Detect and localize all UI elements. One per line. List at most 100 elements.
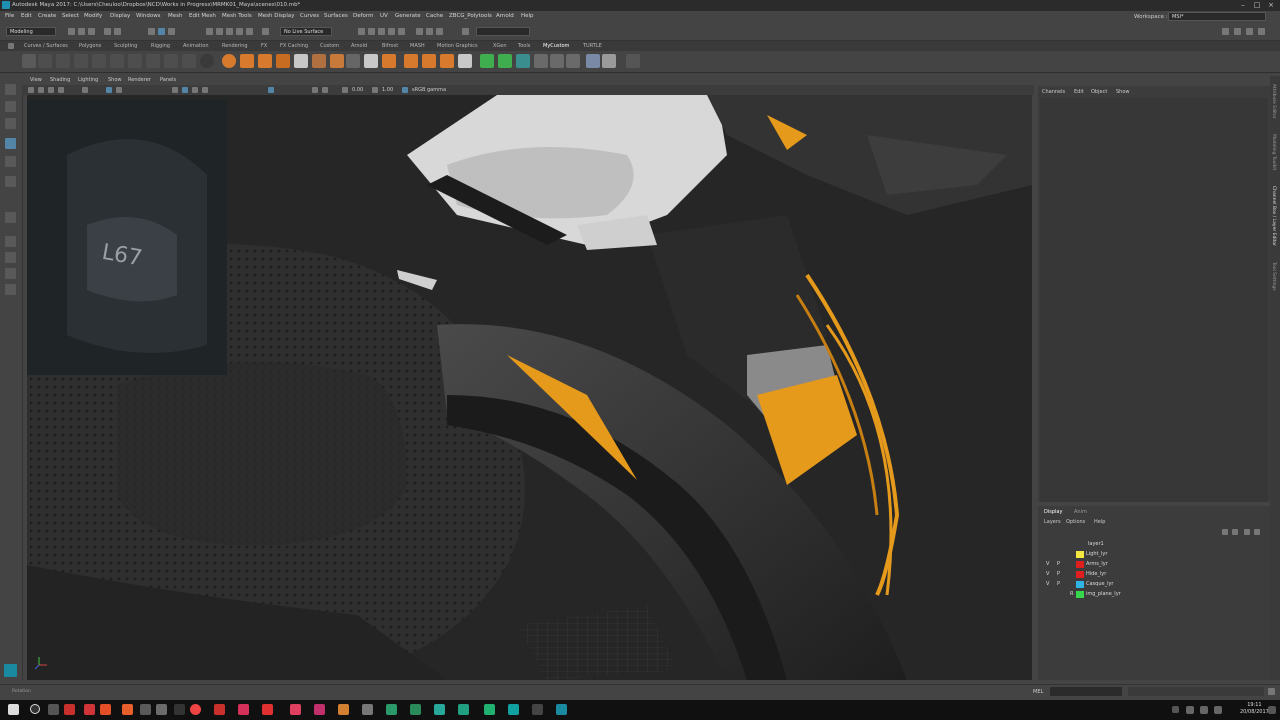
shelf-tab-tools[interactable]: Tools xyxy=(518,43,530,49)
arnold-render-icon[interactable] xyxy=(416,28,423,35)
shelf-tab-arnold[interactable]: Arnold xyxy=(351,43,367,49)
shelf-settings-icon[interactable] xyxy=(22,54,36,68)
camera-icon[interactable] xyxy=(28,87,34,93)
toggle-attribute-editor-icon[interactable] xyxy=(1234,28,1241,35)
snap-view-icon[interactable] xyxy=(236,28,243,35)
menu-mesh-display[interactable]: Mesh Display xyxy=(258,13,295,19)
layer-name[interactable]: Hide_lyr xyxy=(1086,571,1106,577)
layer-box-icon[interactable] xyxy=(586,54,600,68)
layer-name[interactable]: layer1 xyxy=(1088,541,1104,547)
channel-menu-object[interactable]: Object xyxy=(1091,89,1107,95)
render-view-icon[interactable] xyxy=(358,28,365,35)
system-clock[interactable]: 19:11 20/08/2017 xyxy=(1240,702,1269,716)
resolution-gate-icon[interactable] xyxy=(116,87,122,93)
panel-menu-panels[interactable]: Panels xyxy=(160,77,176,83)
insert-edge-loop-icon[interactable] xyxy=(458,54,472,68)
menu-create[interactable]: Create xyxy=(38,13,56,19)
menu-arnold[interactable]: Arnold xyxy=(496,13,514,19)
minimize-icon[interactable]: – xyxy=(1239,1,1247,9)
layer-tab-anim[interactable]: Anim xyxy=(1074,509,1087,515)
camera-attributes-icon[interactable] xyxy=(38,87,44,93)
image-plane-icon[interactable] xyxy=(58,87,64,93)
shadows-icon[interactable] xyxy=(268,87,274,93)
shelf-tab-custom[interactable]: Custom xyxy=(320,43,339,49)
shelf-tab-mash[interactable]: MASH xyxy=(410,43,425,49)
volume-icon[interactable] xyxy=(1200,706,1208,714)
input-line-field[interactable] xyxy=(476,27,530,36)
layer-name[interactable]: img_plane_lyr xyxy=(1086,591,1121,597)
layer-menu-options[interactable]: Options xyxy=(1066,519,1085,525)
shelf-tab-polygons[interactable]: Polygons xyxy=(79,43,101,49)
snap-curve-icon[interactable] xyxy=(216,28,223,35)
scale-tool-icon[interactable] xyxy=(5,176,16,187)
append-icon[interactable] xyxy=(440,54,454,68)
menu-deform[interactable]: Deform xyxy=(353,13,373,19)
freeze-transform-icon[interactable] xyxy=(480,54,494,68)
shelf-script-icon[interactable] xyxy=(146,54,160,68)
tab-attribute-editor[interactable]: Attribute Editor xyxy=(1271,84,1276,119)
hypershade-icon[interactable] xyxy=(398,28,405,35)
mel-input[interactable] xyxy=(1050,687,1122,696)
uv-editor-icon[interactable] xyxy=(534,54,548,68)
layer-playback[interactable]: P xyxy=(1057,581,1060,587)
menu-generate[interactable]: Generate xyxy=(395,13,421,19)
select-object-icon[interactable] xyxy=(158,28,165,35)
input-line-icon[interactable] xyxy=(462,28,469,35)
play-icon[interactable] xyxy=(626,54,640,68)
save-scene-icon[interactable] xyxy=(88,28,95,35)
shelf-script-icon[interactable] xyxy=(110,54,124,68)
search-icon[interactable] xyxy=(30,704,40,714)
gamma-value[interactable]: 1.00 xyxy=(382,87,393,93)
shelf-tab-curves-surfaces[interactable]: Curves / Surfaces xyxy=(24,43,68,49)
shelf-tab-rendering[interactable]: Rendering xyxy=(222,43,248,49)
menu-edit-mesh[interactable]: Edit Mesh xyxy=(189,13,216,19)
layer-color-swatch[interactable] xyxy=(1076,571,1084,578)
grid-toggle-icon[interactable] xyxy=(82,87,88,93)
app-icon[interactable] xyxy=(338,704,349,715)
channel-menu-edit[interactable]: Edit xyxy=(1074,89,1084,95)
tab-modeling-toolkit[interactable]: Modeling Toolkit xyxy=(1271,134,1276,170)
snap-surface-icon[interactable] xyxy=(246,28,253,35)
layer-row[interactable]: V P Casque_lyr xyxy=(1044,580,1264,590)
extract-icon[interactable] xyxy=(312,54,326,68)
close-icon[interactable]: × xyxy=(1267,1,1275,9)
shelf-tab-bifrost[interactable]: Bifrost xyxy=(382,43,398,49)
perspective-viewport[interactable]: L67 xyxy=(27,95,1032,680)
app-icon[interactable] xyxy=(434,704,445,715)
layer-name[interactable]: Casque_lyr xyxy=(1086,581,1113,587)
live-surface-field[interactable]: No Live Surface xyxy=(280,27,332,36)
arnold-ipr-icon[interactable] xyxy=(426,28,433,35)
app-icon[interactable] xyxy=(84,704,95,715)
menu-curves[interactable]: Curves xyxy=(300,13,319,19)
shelf-script-icon[interactable] xyxy=(38,54,52,68)
color-space-label[interactable]: sRGB gamma xyxy=(412,87,446,93)
render-frame-icon[interactable] xyxy=(368,28,375,35)
shelf-script-icon[interactable] xyxy=(56,54,70,68)
panel-menu-show[interactable]: Show xyxy=(108,77,122,83)
shelf-tab-mycustom[interactable]: MyCustom xyxy=(543,43,569,49)
lasso-tool-icon[interactable] xyxy=(5,101,16,112)
menu-display[interactable]: Display xyxy=(110,13,130,19)
toggle-modeling-toolkit-icon[interactable] xyxy=(1222,28,1229,35)
app-icon[interactable] xyxy=(508,704,519,715)
toggle-channel-box-icon[interactable] xyxy=(1258,28,1265,35)
poly-cylinder-icon[interactable] xyxy=(258,54,272,68)
maya-taskbar-icon[interactable] xyxy=(362,704,373,715)
layer-row[interactable]: R img_plane_lyr xyxy=(1044,590,1264,600)
channel-box-content[interactable] xyxy=(1040,98,1268,502)
app-icon[interactable] xyxy=(238,704,249,715)
shelf-gear-icon[interactable] xyxy=(8,43,14,49)
shelf-script-icon[interactable] xyxy=(74,54,88,68)
network-icon[interactable] xyxy=(1186,706,1194,714)
open-scene-icon[interactable] xyxy=(78,28,85,35)
gamma-icon[interactable] xyxy=(372,87,378,93)
task-view-icon[interactable] xyxy=(48,704,59,715)
last-tool-icon[interactable] xyxy=(5,212,16,223)
app-icon[interactable] xyxy=(290,704,301,715)
layer-visibility[interactable]: V xyxy=(1046,581,1049,587)
layer-move-up-icon[interactable] xyxy=(1222,529,1228,535)
lights-icon[interactable] xyxy=(202,87,208,93)
layer-menu-help[interactable]: Help xyxy=(1094,519,1105,525)
layer-visibility[interactable]: V xyxy=(1046,571,1049,577)
color-management-icon[interactable] xyxy=(402,87,408,93)
